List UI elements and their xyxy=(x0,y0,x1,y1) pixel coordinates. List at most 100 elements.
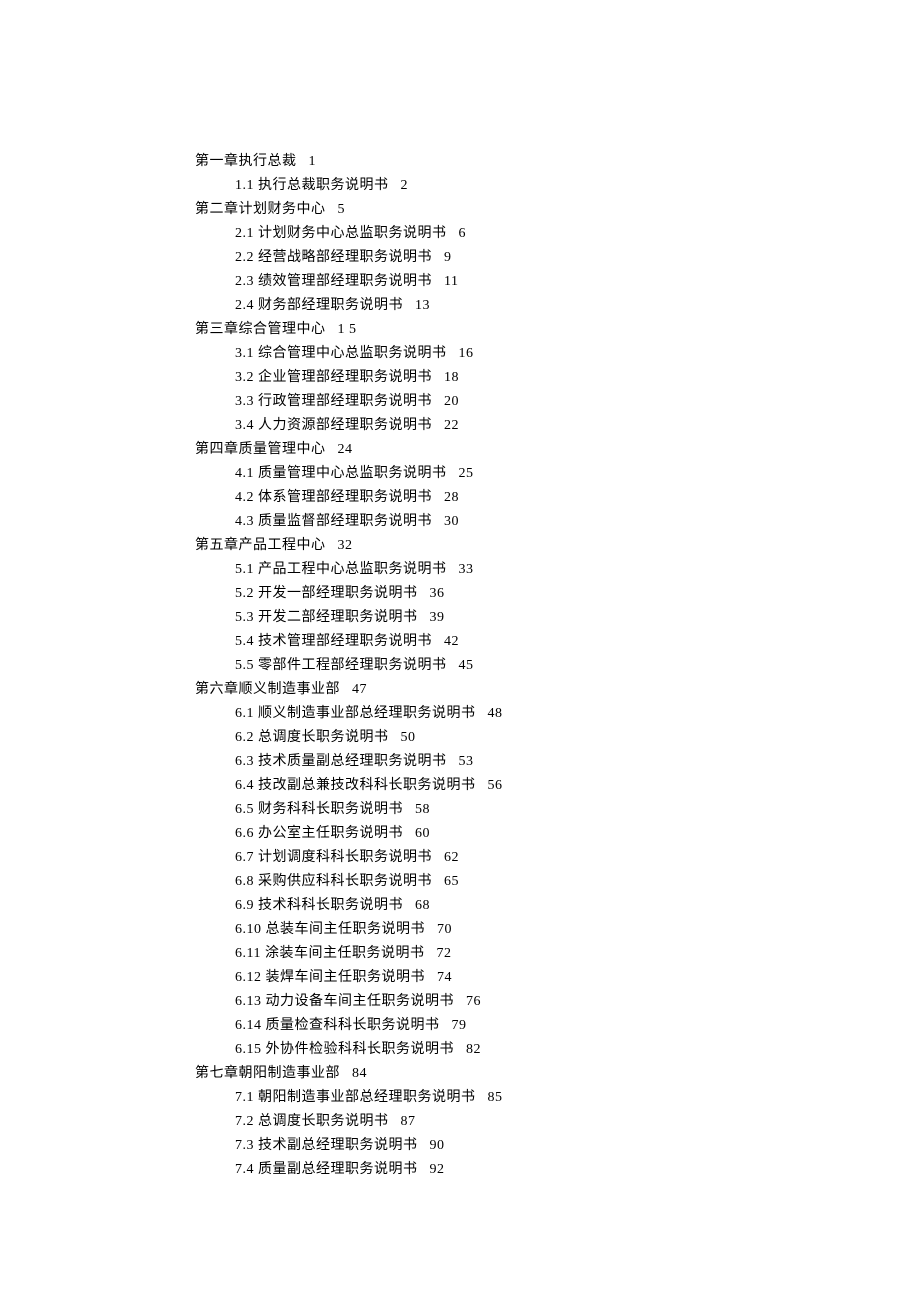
toc-section-number: 2.2 xyxy=(235,250,254,265)
toc-chapter-entry: 第六章顺义制造事业部47 xyxy=(195,678,920,702)
toc-section-entry: 6.3 技术质量副总经理职务说明书53 xyxy=(195,750,920,774)
toc-chapter-title: 第一章执行总裁 xyxy=(195,154,297,169)
toc-section-title: 质量检查科科长职务说明书 xyxy=(266,1018,440,1033)
toc-section-entry: 5.3 开发二部经理职务说明书39 xyxy=(195,606,920,630)
toc-section-entry: 6.14 质量检查科科长职务说明书79 xyxy=(195,1014,920,1038)
toc-section-title: 开发二部经理职务说明书 xyxy=(258,610,418,625)
toc-section-title: 综合管理中心总监职务说明书 xyxy=(258,346,447,361)
toc-section-title: 人力资源部经理职务说明书 xyxy=(258,418,432,433)
toc-section-entry: 6.7 计划调度科科长职务说明书62 xyxy=(195,846,920,870)
toc-section-number: 3.1 xyxy=(235,346,254,361)
toc-page-number: 90 xyxy=(430,1138,445,1153)
toc-section-entry: 3.1 综合管理中心总监职务说明书 16 xyxy=(195,342,920,366)
toc-section-title: 开发一部经理职务说明书 xyxy=(258,586,418,601)
table-of-contents: 第一章执行总裁11.1 执行总裁职务说明书2第二章计划财务中心52.1 计划财务… xyxy=(195,150,920,1182)
toc-page-number: 20 xyxy=(444,394,459,409)
toc-section-title: 产品工程中心总监职务说明书 xyxy=(258,562,447,577)
toc-section-title: 总调度长职务说明书 xyxy=(258,730,389,745)
toc-section-entry: 6.11 涂装车间主任职务说明书72 xyxy=(195,942,920,966)
toc-section-number: 6.1 xyxy=(235,706,254,721)
toc-page-number: 32 xyxy=(338,538,353,553)
toc-section-entry: 7.1 朝阳制造事业部总经理职务说明书85 xyxy=(195,1086,920,1110)
toc-chapter-title: 第七章朝阳制造事业部 xyxy=(195,1066,340,1081)
toc-page-number: 92 xyxy=(430,1162,445,1177)
toc-section-title: 绩效管理部经理职务说明书 xyxy=(258,274,432,289)
toc-section-entry: 6.4 技改副总兼技改科科长职务说明书56 xyxy=(195,774,920,798)
toc-section-title: 顺义制造事业部总经理职务说明书 xyxy=(258,706,476,721)
toc-section-entry: 6.13 动力设备车间主任职务说明书76 xyxy=(195,990,920,1014)
toc-section-number: 5.2 xyxy=(235,586,254,601)
toc-page-number: 2 xyxy=(401,178,409,193)
toc-page-number: 50 xyxy=(401,730,416,745)
toc-page-number: 58 xyxy=(415,802,430,817)
toc-section-title: 办公室主任职务说明书 xyxy=(258,826,403,841)
toc-section-entry: 6.5 财务科科长职务说明书58 xyxy=(195,798,920,822)
toc-section-number: 2.4 xyxy=(235,298,254,313)
toc-section-title: 质量管理中心总监职务说明书 xyxy=(258,466,447,481)
toc-page-number: 76 xyxy=(466,994,481,1009)
toc-page-number: 70 xyxy=(437,922,452,937)
toc-section-title: 总装车间主任职务说明书 xyxy=(266,922,426,937)
toc-section-title: 外协件检验科科长职务说明书 xyxy=(266,1042,455,1057)
toc-section-number: 4.3 xyxy=(235,514,254,529)
toc-section-entry: 3.3 行政管理部经理职务说明书20 xyxy=(195,390,920,414)
toc-page-number: 47 xyxy=(352,682,367,697)
toc-chapter-entry: 第二章计划财务中心5 xyxy=(195,198,920,222)
toc-section-number: 6.10 xyxy=(235,922,262,937)
toc-section-entry: 6.6 办公室主任职务说明书 60 xyxy=(195,822,920,846)
toc-chapter-title: 第四章质量管理中心 xyxy=(195,442,326,457)
toc-chapter-title: 第二章计划财务中心 xyxy=(195,202,326,217)
toc-page-number: 82 xyxy=(466,1042,481,1057)
toc-section-number: 6.6 xyxy=(235,826,254,841)
toc-chapter-entry: 第三章综合管理中心 1 5 xyxy=(195,318,920,342)
toc-page-number: 42 xyxy=(444,634,459,649)
toc-section-title: 采购供应科科长职务说明书 xyxy=(258,874,432,889)
toc-section-title: 财务部经理职务说明书 xyxy=(258,298,403,313)
toc-section-number: 6.15 xyxy=(235,1042,262,1057)
toc-section-title: 技术副总经理职务说明书 xyxy=(258,1138,418,1153)
toc-section-title: 体系管理部经理职务说明书 xyxy=(258,490,432,505)
toc-section-number: 7.2 xyxy=(235,1114,254,1129)
toc-section-entry: 3.4 人力资源部经理职务说明书22 xyxy=(195,414,920,438)
toc-page-number: 45 xyxy=(459,658,474,673)
toc-section-entry: 6.10 总装车间主任职务说明书 70 xyxy=(195,918,920,942)
toc-section-title: 技术科科长职务说明书 xyxy=(258,898,403,913)
toc-section-number: 2.3 xyxy=(235,274,254,289)
toc-chapter-entry: 第七章朝阳制造事业部 84 xyxy=(195,1062,920,1086)
toc-chapter-entry: 第四章质量管理中心 24 xyxy=(195,438,920,462)
toc-section-entry: 2.2 经营战略部经理职务说明书9 xyxy=(195,246,920,270)
toc-section-entry: 6.1 顺义制造事业部总经理职务说明书48 xyxy=(195,702,920,726)
toc-section-entry: 5.4 技术管理部经理职务说明书 42 xyxy=(195,630,920,654)
toc-section-title: 计划调度科科长职务说明书 xyxy=(258,850,432,865)
toc-page-number: 6 xyxy=(459,226,467,241)
toc-page-number: 16 xyxy=(459,346,474,361)
toc-section-number: 5.5 xyxy=(235,658,254,673)
toc-section-number: 5.1 xyxy=(235,562,254,577)
toc-chapter-title: 第三章综合管理中心 xyxy=(195,322,326,337)
toc-page-number: 65 xyxy=(444,874,459,889)
toc-section-number: 7.4 xyxy=(235,1162,254,1177)
toc-page-number: 72 xyxy=(436,946,451,961)
toc-section-entry: 2.4 财务部经理职务说明书 13 xyxy=(195,294,920,318)
toc-section-title: 技术管理部经理职务说明书 xyxy=(258,634,432,649)
toc-page-number: 60 xyxy=(415,826,430,841)
toc-section-number: 6.4 xyxy=(235,778,254,793)
toc-section-entry: 5.1 产品工程中心总监职务说明书33 xyxy=(195,558,920,582)
toc-page-number: 22 xyxy=(444,418,459,433)
toc-section-entry: 2.3 绩效管理部经理职务说明书11 xyxy=(195,270,920,294)
toc-section-entry: 6.15 外协件检验科科长职务说明书 82 xyxy=(195,1038,920,1062)
toc-page-number: 79 xyxy=(452,1018,467,1033)
toc-page-number: 30 xyxy=(444,514,459,529)
toc-section-number: 5.4 xyxy=(235,634,254,649)
toc-page-number: 28 xyxy=(444,490,459,505)
toc-section-title: 技改副总兼技改科科长职务说明书 xyxy=(258,778,476,793)
toc-section-entry: 4.3 质量监督部经理职务说明书30 xyxy=(195,510,920,534)
toc-page-number: 62 xyxy=(444,850,459,865)
toc-section-title: 经营战略部经理职务说明书 xyxy=(258,250,432,265)
toc-section-title: 装焊车间主任职务说明书 xyxy=(266,970,426,985)
toc-page-number: 24 xyxy=(338,442,353,457)
toc-page-number: 84 xyxy=(352,1066,367,1081)
toc-section-number: 4.2 xyxy=(235,490,254,505)
toc-page-number: 1 5 xyxy=(338,322,357,337)
toc-page-number: 13 xyxy=(415,298,430,313)
